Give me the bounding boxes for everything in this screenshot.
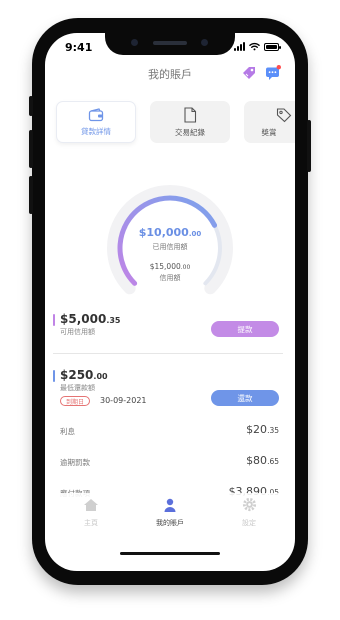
repay-button[interactable]: 還款 xyxy=(211,390,279,406)
wifi-icon xyxy=(249,42,260,51)
side-button-mute xyxy=(29,96,33,116)
tab-label: 交易紀錄 xyxy=(175,127,205,137)
total-amount: $15,000 xyxy=(149,262,181,271)
battery-icon xyxy=(264,42,281,51)
document-icon xyxy=(184,106,197,123)
available-credit-amount: $5,000.35 xyxy=(60,312,120,326)
wallet-icon xyxy=(88,107,104,121)
available-credit-label: 可用信用額 xyxy=(60,328,95,336)
nav-settings[interactable]: 設定 xyxy=(219,497,279,528)
app-screen: 9:41 我的賬戶 貸款詳情 交易紀錄 獎賞 $10,000.00 已用信用額 … xyxy=(45,33,295,571)
tab-label: 貸款詳情 xyxy=(81,126,111,136)
late-fee-label: 逾期罰款 xyxy=(60,458,90,467)
due-date-tag: 到期日 xyxy=(60,396,91,406)
coupon-icon[interactable] xyxy=(241,65,257,81)
notch xyxy=(105,33,235,55)
nav-label: 主頁 xyxy=(84,519,98,527)
signal-icon xyxy=(234,42,245,51)
nav-label: 設定 xyxy=(242,519,256,527)
used-credit-label: 已用信用額 xyxy=(152,243,188,251)
repayment-amount: $250 xyxy=(60,368,94,382)
user-icon xyxy=(164,498,176,512)
home-indicator xyxy=(120,552,220,555)
tab-label: 獎賞 xyxy=(261,127,277,137)
tag-icon xyxy=(276,107,292,122)
minimum-payment-amount: $250.00 xyxy=(60,368,108,382)
interest-amount: $20.35 xyxy=(246,423,279,436)
late-fee-amount: $80.65 xyxy=(246,454,279,467)
side-button-volume-up xyxy=(29,130,33,168)
used-amount: $10,000 xyxy=(138,226,189,239)
bottom-nav: 主頁 我的賬戶 設定 xyxy=(45,493,295,533)
tab-rewards[interactable]: 獎賞 xyxy=(244,101,295,143)
total-credit-label: 信用額 xyxy=(159,274,181,282)
page-title: 我的賬戶 xyxy=(148,68,192,81)
available-accent-bar xyxy=(53,314,55,326)
repayment-cents: .00 xyxy=(93,372,108,381)
interest-cents: .35 xyxy=(267,426,279,435)
section-divider xyxy=(53,353,283,354)
side-button-volume-down xyxy=(29,176,33,214)
total-cents: .00 xyxy=(180,264,191,271)
tab-transactions[interactable]: 交易紀錄 xyxy=(150,101,230,143)
status-icons xyxy=(234,42,281,51)
message-icon[interactable] xyxy=(265,65,281,81)
nav-label: 我的賬戶 xyxy=(156,519,184,527)
nav-home[interactable]: 主頁 xyxy=(61,497,121,528)
tab-loan-details[interactable]: 貸款詳情 xyxy=(56,101,136,143)
status-time: 9:41 xyxy=(65,41,93,54)
available-amount: $5,000 xyxy=(60,312,107,326)
gear-icon xyxy=(242,497,256,512)
available-cents: .35 xyxy=(106,316,121,325)
due-date: 30-09-2021 xyxy=(100,396,147,405)
used-cents: .00 xyxy=(188,230,202,238)
nav-my-account[interactable]: 我的賬戶 xyxy=(140,497,200,528)
speaker-grille xyxy=(153,41,187,45)
total-credit-amount: $15,000.00 xyxy=(45,262,295,271)
late-fee-value: $80 xyxy=(246,454,268,467)
late-fee-cents: .65 xyxy=(267,457,279,466)
interest-label: 利息 xyxy=(60,427,75,436)
repayment-accent-bar xyxy=(53,370,55,382)
sensor-icon xyxy=(201,39,208,46)
camera-icon xyxy=(131,39,138,46)
used-credit-amount: $10,000.00 xyxy=(45,226,295,239)
withdraw-button[interactable]: 提款 xyxy=(211,321,279,337)
interest-value: $20 xyxy=(246,423,268,436)
minimum-payment-label: 最低還款額 xyxy=(60,384,95,392)
home-icon xyxy=(84,499,98,511)
side-button-power xyxy=(307,120,311,172)
